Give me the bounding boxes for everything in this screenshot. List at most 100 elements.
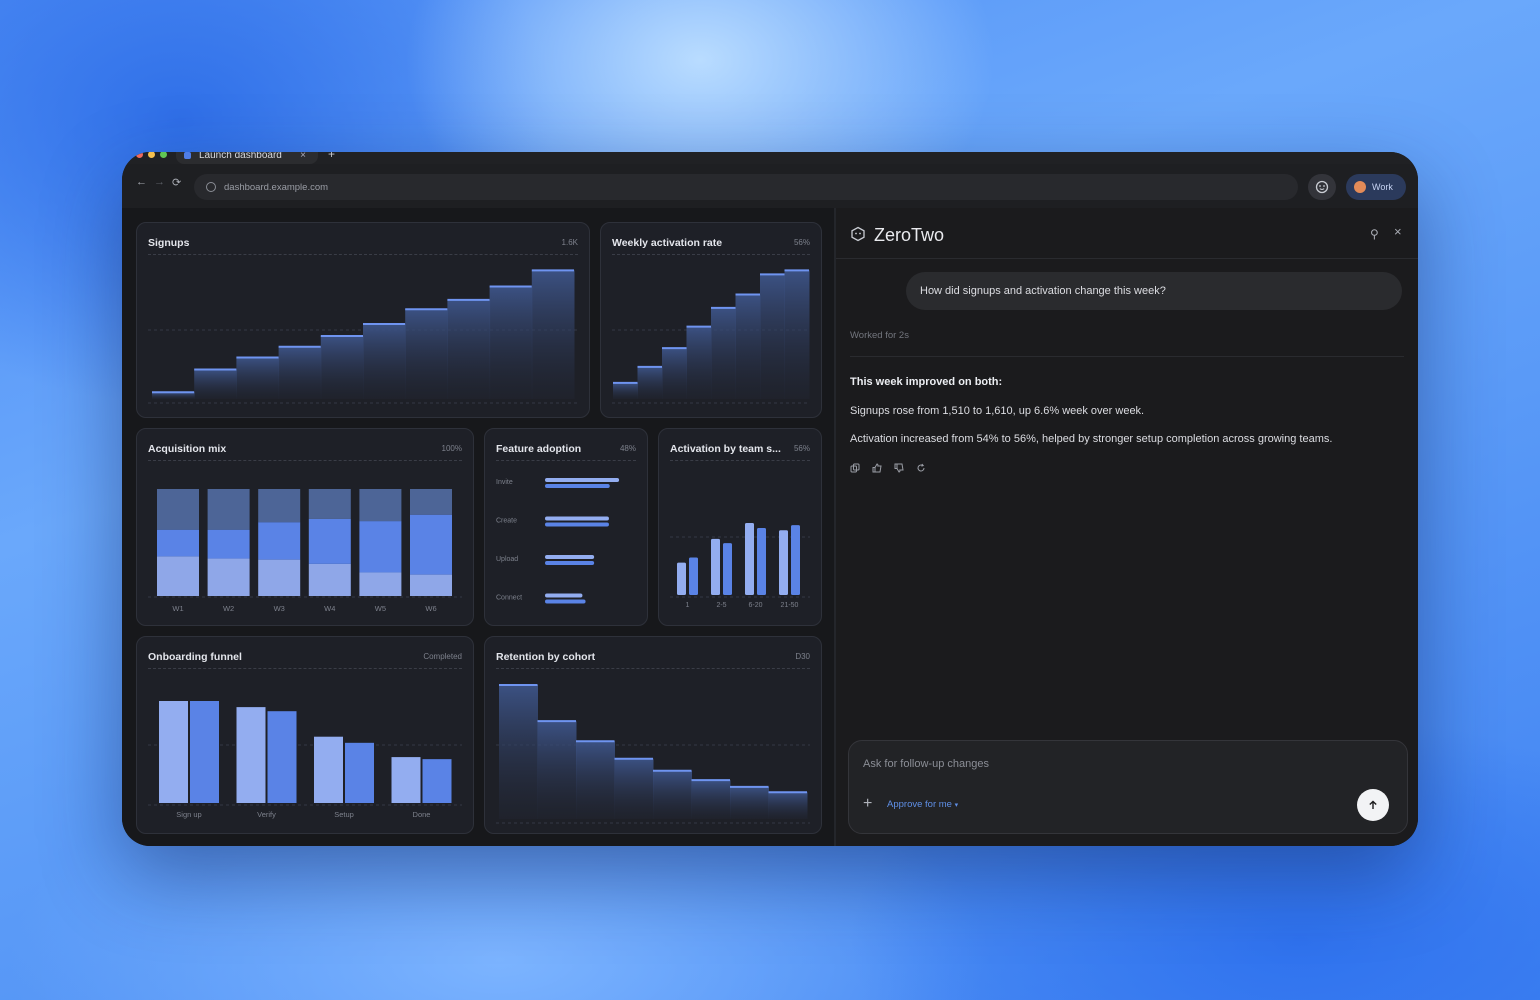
activation-by-team-card[interactable]: Activation by team s... 56% 1 2-5 6-20 21-5… — [658, 428, 822, 626]
tick-label: W1 — [172, 604, 183, 613]
bar — [545, 522, 609, 527]
area-step — [537, 721, 577, 819]
area-step — [152, 392, 195, 399]
browser-window: Launch dashboard × + ← → ⟳ dashboard.exa… — [122, 152, 1418, 846]
area-step — [730, 786, 769, 819]
weekly-activation-card[interactable]: Weekly activation rate 56% — [600, 222, 822, 418]
tick-label: W2 — [223, 604, 234, 613]
arrow-up-icon — [1369, 800, 1377, 809]
favicon-icon — [184, 152, 191, 159]
area-step — [447, 299, 491, 399]
stack-segment — [207, 529, 250, 559]
stack-segment — [359, 521, 402, 573]
area-step — [735, 294, 761, 399]
area-step — [662, 348, 687, 399]
area-step — [489, 286, 533, 399]
forward-arrow-icon[interactable]: → — [154, 176, 165, 188]
copy-icon[interactable] — [850, 460, 860, 478]
add-attachment-icon[interactable]: + — [863, 795, 872, 813]
tick-label: 6-20 — [748, 602, 762, 609]
dashboard: Signups 1.6K Weekly activation rate 56% … — [122, 208, 834, 846]
bar — [267, 711, 297, 803]
minimize-window-dot[interactable] — [148, 152, 155, 158]
signups-card[interactable]: Signups 1.6K — [136, 222, 590, 418]
bar — [391, 757, 421, 803]
tick-label: Done — [413, 810, 431, 819]
acquisition-mix-chart: W1 W2 W3 W4 W5 W6 — [148, 489, 462, 613]
stack-segment — [207, 558, 250, 596]
tick-label: W5 — [375, 604, 386, 613]
new-tab-button[interactable]: + — [328, 152, 335, 161]
message-actions — [850, 460, 926, 478]
assistant-panel: ZeroTwo ⚲ × How did signups and activati… — [836, 208, 1418, 846]
response-line-activation: Activation increased from 54% to 56%, he… — [850, 433, 1333, 445]
stack-segment — [157, 556, 199, 596]
tick-label: Sign up — [176, 810, 201, 819]
user-message: How did signups and activation change th… — [906, 272, 1402, 310]
activation-by-team-chart: 1 2-5 6-20 21-50 — [670, 523, 810, 609]
tick-label: Connect — [496, 595, 522, 602]
area-step — [278, 346, 322, 399]
area-step — [320, 336, 364, 399]
extension-button[interactable] — [1308, 174, 1336, 200]
tick-label: W6 — [425, 604, 436, 613]
bar — [545, 561, 595, 565]
close-icon[interactable]: × — [1394, 224, 1402, 239]
thumbs-down-icon[interactable] — [894, 460, 904, 478]
tick-label: Upload — [496, 556, 518, 563]
tick-label: 1 — [686, 602, 690, 609]
composer[interactable]: Ask for follow-up changes + Approve for … — [848, 740, 1408, 834]
bar — [422, 759, 452, 803]
tab-launch-dashboard[interactable]: Launch dashboard × — [176, 152, 318, 164]
worked-for-label[interactable]: Worked for 2s — [850, 330, 909, 341]
stack-segment — [258, 489, 301, 523]
area-step — [236, 357, 280, 399]
tick-label: Create — [496, 518, 517, 525]
stack-segment — [359, 489, 402, 522]
response-divider — [850, 356, 1404, 357]
area-step — [760, 274, 785, 399]
onboarding-funnel-card[interactable]: Onboarding funnel Completed Sign up Verif… — [136, 636, 474, 834]
close-window-dot[interactable] — [136, 152, 143, 158]
retry-icon[interactable] — [916, 460, 926, 478]
bar — [545, 599, 586, 604]
bar — [677, 562, 686, 595]
acquisition-mix-card[interactable]: Acquisition mix 100% W1 W2 W3 W4 W5 W6 — [136, 428, 474, 626]
area-step — [614, 758, 654, 819]
send-button[interactable] — [1357, 789, 1389, 821]
pin-icon[interactable]: ⚲ — [1370, 227, 1379, 241]
profile-button[interactable]: Work — [1346, 174, 1406, 200]
stack-segment — [308, 489, 351, 519]
retention-chart — [496, 684, 810, 824]
tab-close-icon[interactable]: × — [300, 152, 306, 161]
follow-up-input[interactable]: Ask for follow-up changes — [863, 758, 989, 770]
approve-mode-dropdown[interactable]: Approve for me ▾ — [887, 799, 958, 810]
bar — [745, 523, 754, 595]
back-arrow-icon[interactable]: ← — [136, 176, 147, 188]
thumbs-up-icon[interactable] — [872, 460, 882, 478]
feature-adoption-card[interactable]: Feature adoption 48% Invite Create Upload C… — [484, 428, 648, 626]
area-step — [784, 270, 810, 399]
stack-segment — [410, 489, 452, 515]
address-bar[interactable]: dashboard.example.com — [194, 174, 1298, 200]
area-step — [637, 366, 663, 399]
bar — [190, 701, 219, 803]
area-step — [531, 270, 575, 399]
assistant-logo-icon — [851, 226, 865, 242]
site-info-icon[interactable] — [206, 182, 216, 192]
tick-label: Setup — [334, 810, 354, 819]
profile-label: Work — [1372, 182, 1393, 192]
bar — [236, 707, 266, 803]
feature-adoption-chart: Invite Create Upload Connect — [496, 478, 620, 604]
reload-icon[interactable]: ⟳ — [172, 176, 181, 189]
bar — [159, 701, 188, 803]
zoom-window-dot[interactable] — [160, 152, 167, 158]
area-step — [363, 323, 406, 399]
onboarding-funnel-chart: Sign up Verify Setup Done — [148, 701, 462, 819]
signups-chart — [148, 269, 578, 404]
tick-label: 2-5 — [716, 602, 726, 609]
chevron-down-icon: ▾ — [954, 802, 959, 809]
bar — [314, 736, 343, 803]
bar — [711, 538, 720, 595]
retention-card[interactable]: Retention by cohort D30 — [484, 636, 822, 834]
